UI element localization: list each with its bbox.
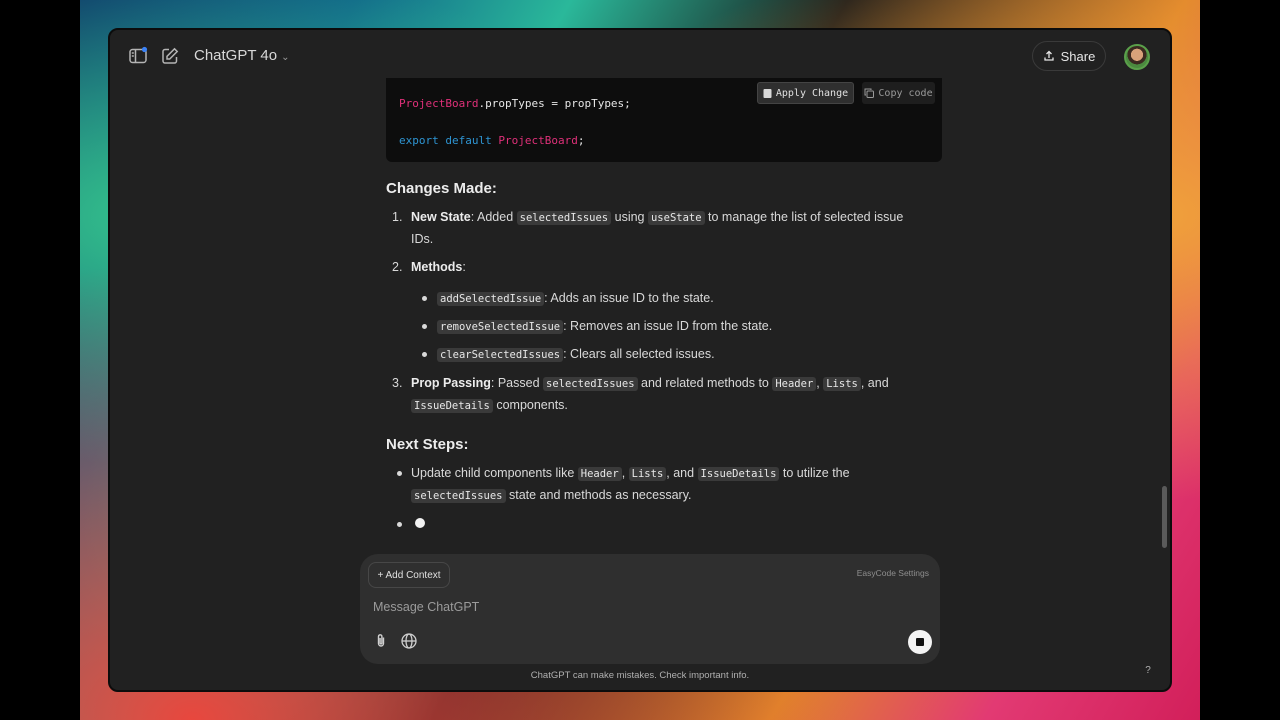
next-step-item: Update child components like Header, Lis… (411, 466, 850, 481)
stop-generating-button[interactable] (908, 630, 932, 654)
chatgpt-window: ChatGPT 4o ⌄ Share ProjectBoard.propTypes… (108, 28, 1172, 692)
list-item-prop-passing: Prop Passing: Passed selectedIssues and … (411, 376, 889, 391)
list-item-methods: Methods: (411, 260, 466, 274)
sub-item-clear: clearSelectedIssues: Clears all selected… (437, 343, 715, 366)
list-number: 1. (392, 210, 403, 224)
share-icon (1043, 50, 1054, 61)
share-label: Share (1060, 48, 1096, 64)
bullet (397, 522, 402, 527)
new-chat-icon[interactable] (160, 46, 180, 66)
easycode-settings-link[interactable]: EasyCode Settings (857, 568, 929, 578)
copy-icon (864, 88, 875, 98)
list-item-prop-passing-cont: IssueDetails components. (411, 394, 568, 417)
streaming-cursor (415, 518, 425, 528)
code-block: ProjectBoard.propTypes = propTypes; expo… (386, 78, 942, 162)
list-number: 3. (392, 376, 403, 390)
top-bar: ChatGPT 4o ⌄ Share (110, 30, 1170, 82)
sidebar-toggle-icon[interactable] (128, 46, 148, 66)
user-avatar[interactable] (1124, 44, 1150, 70)
bullet (422, 352, 427, 357)
bullet (397, 471, 402, 476)
globe-icon[interactable] (400, 632, 418, 650)
message-input[interactable] (373, 600, 853, 614)
changes-heading: Changes Made: (386, 180, 497, 197)
copy-code-button[interactable]: Copy code (862, 82, 935, 104)
list-number: 2. (392, 260, 403, 274)
apply-change-button[interactable]: Apply Change (757, 82, 854, 104)
bullet (422, 324, 427, 329)
bullet (422, 296, 427, 301)
sub-item-add: addSelectedIssue: Adds an issue ID to th… (437, 287, 714, 310)
clipboard-icon (763, 89, 772, 98)
code-line-export: export default ProjectBoard; (399, 134, 585, 147)
model-title-label: ChatGPT 4o (194, 47, 278, 64)
stop-icon (916, 638, 924, 646)
disclaimer-text: ChatGPT can make mistakes. Check importa… (530, 670, 750, 681)
chevron-down-icon: ⌄ (281, 52, 290, 63)
code-line-proptypes: ProjectBoard.propTypes = propTypes; (399, 97, 631, 110)
copy-code-label: Copy code (878, 87, 933, 99)
next-steps-heading: Next Steps: (386, 436, 469, 453)
sub-item-remove: removeSelectedIssue: Removes an issue ID… (437, 315, 772, 338)
list-item-new-state: New State: Added selectedIssues using us… (411, 210, 904, 225)
scrollbar[interactable] (1162, 486, 1167, 548)
message-composer: + Add Context EasyCode Settings (360, 554, 940, 664)
attach-icon[interactable] (372, 632, 390, 650)
help-button[interactable]: ? (1138, 660, 1158, 680)
apply-change-label: Apply Change (775, 87, 849, 99)
share-button[interactable]: Share (1032, 41, 1106, 71)
model-selector[interactable]: ChatGPT 4o ⌄ (194, 47, 290, 64)
next-step-item-cont: selectedIssues state and methods as nece… (411, 484, 692, 507)
list-item-new-state-cont: IDs. (411, 232, 434, 246)
add-context-button[interactable]: + Add Context (368, 562, 450, 588)
